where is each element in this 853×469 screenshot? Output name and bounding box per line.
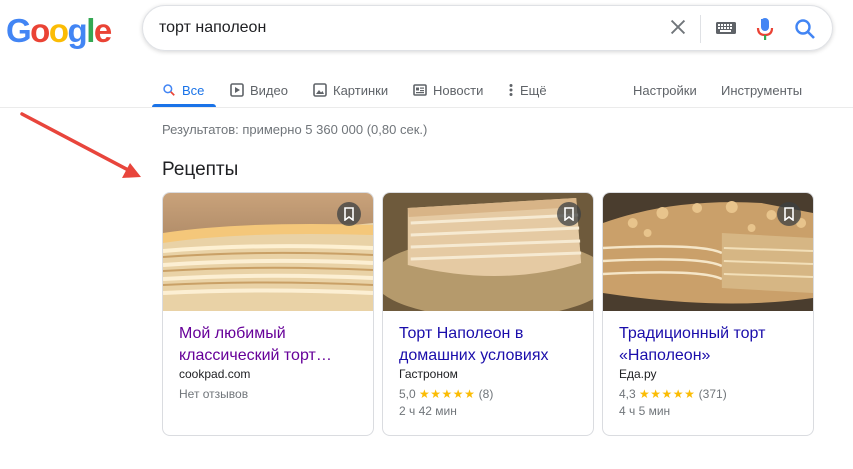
image-icon <box>313 83 327 97</box>
annotation-arrow-icon <box>20 112 141 178</box>
recipe-title-link[interactable]: Мой любимый классический торт… <box>179 323 359 367</box>
recipe-card[interactable]: Торт Наполеон в домашних условиях Гастро… <box>382 192 594 436</box>
bookmark-button[interactable] <box>777 202 801 226</box>
star-icon: ★★★★★ <box>639 387 696 401</box>
recipe-meta: 5,0 ★★★★★ (8) 2 ч 42 мин <box>399 386 493 420</box>
news-icon <box>413 84 427 96</box>
tab-video[interactable]: Видео <box>230 74 288 106</box>
bookmark-icon <box>784 207 794 221</box>
search-icon <box>163 84 175 96</box>
rating-value: 5,0 <box>399 387 416 401</box>
search-input[interactable]: торт наполеон <box>159 19 266 37</box>
recipe-card[interactable]: Традиционный торт «Наполеон» Еда.ру 4,3 … <box>602 192 814 436</box>
tab-label: Инструменты <box>721 82 803 98</box>
search-icon[interactable] <box>793 17 817 41</box>
tab-tools[interactable]: Инструменты <box>721 74 802 106</box>
logo-letter: G <box>6 12 32 49</box>
recipe-title-link[interactable]: Традиционный торт «Наполеон» <box>619 323 799 367</box>
tab-label: Видео <box>250 82 288 98</box>
recipe-meta: 4,3 ★★★★★ (371) 4 ч 5 мин <box>619 386 727 420</box>
bookmark-icon <box>344 207 354 221</box>
bookmark-button[interactable] <box>337 202 361 226</box>
recipe-card[interactable]: Мой любимый классический торт… cookpad.c… <box>162 192 374 436</box>
recipe-source: Гастроном <box>399 367 458 381</box>
logo-letter: o <box>30 12 50 49</box>
bookmark-button[interactable] <box>557 202 581 226</box>
bookmark-icon <box>564 207 574 221</box>
logo-letter: g <box>67 12 88 49</box>
mic-icon[interactable] <box>755 17 775 41</box>
rating-value: 4,3 <box>619 387 636 401</box>
recipe-source: Еда.ру <box>619 367 657 381</box>
tab-label: Ещё <box>520 82 547 98</box>
recipe-reviews: Нет отзывов <box>179 387 249 401</box>
close-icon[interactable] <box>667 16 689 38</box>
cook-time: 4 ч 5 мин <box>619 404 671 418</box>
tab-settings[interactable]: Настройки <box>633 74 697 106</box>
recipe-title-link[interactable]: Торт Наполеон в домашних условиях <box>399 323 579 367</box>
results-stats: Результатов: примерно 5 360 000 (0,80 се… <box>162 122 428 137</box>
play-icon <box>230 83 244 97</box>
divider <box>700 15 701 43</box>
tab-label: Картинки <box>333 82 389 98</box>
tab-label: Настройки <box>633 82 697 98</box>
recipe-source: cookpad.com <box>179 367 251 381</box>
tab-all[interactable]: Все <box>162 74 204 106</box>
tab-label: Новости <box>433 82 484 98</box>
tab-label: Все <box>182 82 205 98</box>
tab-images[interactable]: Картинки <box>313 74 388 106</box>
more-vert-icon <box>509 84 513 96</box>
tab-more[interactable]: Ещё <box>508 74 547 106</box>
star-icon: ★★★★★ <box>419 387 476 401</box>
cook-time: 2 ч 42 мин <box>399 404 457 418</box>
review-count: (371) <box>698 387 727 401</box>
logo-letter: l <box>86 12 95 49</box>
search-box[interactable]: торт наполеон <box>142 5 833 51</box>
logo-letter: o <box>48 12 69 49</box>
google-logo[interactable]: Google <box>6 12 112 50</box>
recipes-heading: Рецепты <box>162 159 239 180</box>
logo-letter: e <box>93 12 112 49</box>
tab-news[interactable]: Новости <box>413 74 483 106</box>
search-tabs: Все Видео Картинки Новости Ещё Настройки <box>0 74 853 108</box>
review-count: (8) <box>478 387 494 401</box>
keyboard-icon[interactable] <box>715 20 737 36</box>
